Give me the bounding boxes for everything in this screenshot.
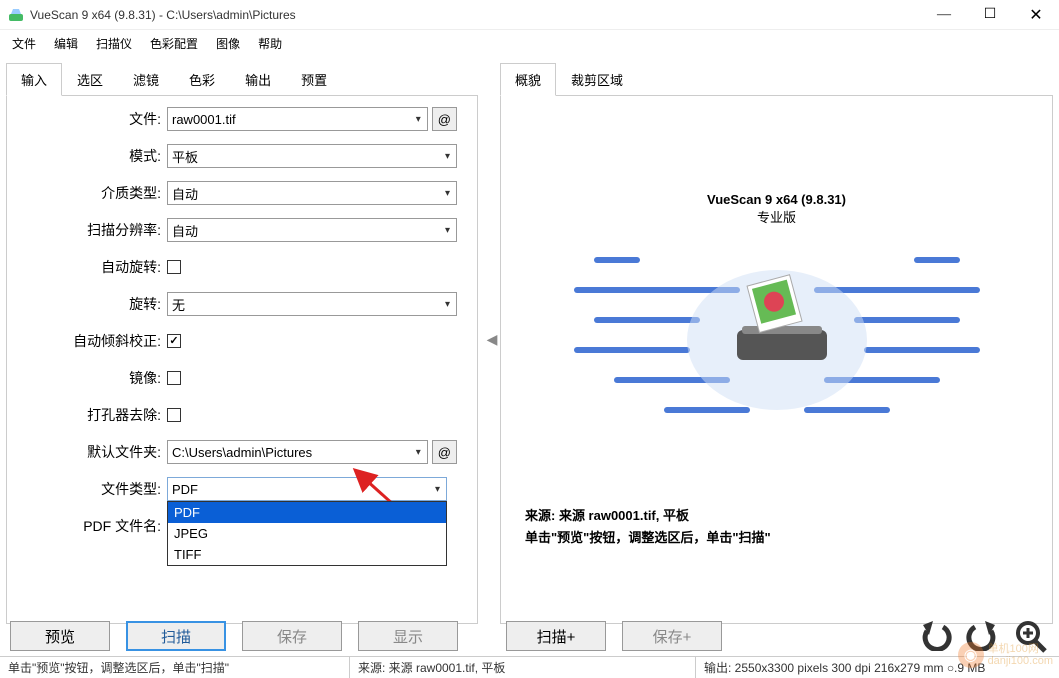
menu-image[interactable]: 图像 xyxy=(208,33,248,54)
folder-at-button[interactable]: @ xyxy=(432,440,457,464)
titlebar: VueScan 9 x64 (9.8.31) - C:\Users\admin\… xyxy=(0,0,1059,30)
mirror-checkbox[interactable] xyxy=(167,371,181,385)
tab-output[interactable]: 输出 xyxy=(230,63,286,96)
preview-button[interactable]: 预览 xyxy=(10,621,110,651)
right-tabs: 概貌 裁剪区域 xyxy=(500,62,1053,96)
mode-label: 模式: xyxy=(7,146,167,166)
folder-value: C:\Users\admin\Pictures xyxy=(172,445,414,460)
app-icon xyxy=(8,7,24,23)
chevron-down-icon: ▾ xyxy=(443,299,452,310)
scan-plus-button[interactable]: 扫描+ xyxy=(506,621,606,651)
tab-filter[interactable]: 滤镜 xyxy=(118,63,174,96)
preview-hint-line: 单击"预览"按钮，调整选区后，单击"扫描" xyxy=(525,527,771,549)
chevron-down-icon: ▾ xyxy=(414,114,423,125)
menu-help[interactable]: 帮助 xyxy=(250,33,290,54)
chevron-down-icon: ▾ xyxy=(443,225,452,236)
media-label: 介质类型: xyxy=(7,183,167,203)
tab-crop[interactable]: 选区 xyxy=(62,63,118,96)
collapse-left-icon: ◀ xyxy=(487,331,498,348)
chevron-down-icon: ▾ xyxy=(433,484,442,495)
tab-preset[interactable]: 预置 xyxy=(286,63,342,96)
undo-icon[interactable] xyxy=(917,621,953,651)
close-button[interactable]: ✕ xyxy=(1013,0,1059,30)
display-button[interactable]: 显示 xyxy=(358,621,458,651)
folder-label: 默认文件夹: xyxy=(7,442,167,462)
button-bar: 预览 扫描 保存 显示 扫描+ 保存+ xyxy=(0,616,1059,656)
watermark-icon: ◉ xyxy=(958,642,984,668)
preview-subtitle: 专业版 xyxy=(757,207,796,226)
menu-file[interactable]: 文件 xyxy=(4,33,44,54)
deskew-label: 自动倾斜校正: xyxy=(7,331,167,351)
rotate-select[interactable]: 无 ▾ xyxy=(167,292,457,316)
resolution-value: 自动 xyxy=(172,221,443,240)
status-mid: 来源: 来源 raw0001.tif, 平板 xyxy=(350,657,696,678)
save-button[interactable]: 保存 xyxy=(242,621,342,651)
preview-area: VueScan 9 x64 (9.8.31) 专业版 xyxy=(500,96,1053,624)
chevron-down-icon: ▾ xyxy=(443,188,452,199)
watermark: ◉ 单机100网 danji100.com xyxy=(958,642,1053,668)
filetype-option-jpeg[interactable]: JPEG xyxy=(168,523,446,544)
filetype-dropdown: PDF JPEG TIFF xyxy=(167,501,447,566)
file-value: raw0001.tif xyxy=(172,112,414,127)
scanner-illustration-icon xyxy=(567,240,987,440)
preview-source-line: 来源: 来源 raw0001.tif, 平板 xyxy=(525,505,771,527)
preview-title: VueScan 9 x64 (9.8.31) xyxy=(707,192,846,207)
menu-scanner[interactable]: 扫描仪 xyxy=(88,33,140,54)
resolution-select[interactable]: 自动 ▾ xyxy=(167,218,457,242)
mode-value: 平板 xyxy=(172,147,443,166)
maximize-button[interactable]: ☐ xyxy=(967,0,1013,30)
panel-divider[interactable]: ◀ xyxy=(484,56,500,622)
chevron-down-icon: ▾ xyxy=(414,447,423,458)
punch-label: 打孔器去除: xyxy=(7,405,167,425)
menu-edit[interactable]: 编辑 xyxy=(46,33,86,54)
statusbar: 单击"预览"按钮，调整选区后，单击"扫描" 来源: 来源 raw0001.tif… xyxy=(0,656,1059,678)
media-value: 自动 xyxy=(172,184,443,203)
file-label: 文件: xyxy=(7,109,167,129)
save-plus-button[interactable]: 保存+ xyxy=(622,621,722,651)
status-left: 单击"预览"按钮，调整选区后，单击"扫描" xyxy=(0,657,350,678)
deskew-checkbox[interactable] xyxy=(167,334,181,348)
filetype-option-pdf[interactable]: PDF xyxy=(168,502,446,523)
chevron-down-icon: ▾ xyxy=(443,151,452,162)
watermark-text: 单机100网 danji100.com xyxy=(988,643,1053,667)
tab-input[interactable]: 输入 xyxy=(6,63,62,96)
filename-label: PDF 文件名: xyxy=(7,516,167,536)
right-panel: 概貌 裁剪区域 VueScan 9 x64 (9.8.31) 专业版 xyxy=(500,56,1059,622)
menu-color-config[interactable]: 色彩配置 xyxy=(142,33,206,54)
window-title: VueScan 9 x64 (9.8.31) - C:\Users\admin\… xyxy=(30,8,921,22)
resolution-label: 扫描分辨率: xyxy=(7,220,167,240)
rotate-label: 旋转: xyxy=(7,294,167,314)
filetype-option-tiff[interactable]: TIFF xyxy=(168,544,446,565)
folder-select[interactable]: C:\Users\admin\Pictures ▾ xyxy=(167,440,428,464)
mirror-label: 镜像: xyxy=(7,368,167,388)
autorotate-label: 自动旋转: xyxy=(7,257,167,277)
media-select[interactable]: 自动 ▾ xyxy=(167,181,457,205)
punch-checkbox[interactable] xyxy=(167,408,181,422)
menubar: 文件 编辑 扫描仪 色彩配置 图像 帮助 xyxy=(0,30,1059,56)
tab-color[interactable]: 色彩 xyxy=(174,63,230,96)
rotate-value: 无 xyxy=(172,295,443,314)
input-tab-content: 文件: raw0001.tif ▾ @ 模式: 平板 ▾ xyxy=(6,96,478,624)
preview-info: 来源: 来源 raw0001.tif, 平板 单击"预览"按钮，调整选区后，单击… xyxy=(525,505,771,549)
minimize-button[interactable]: — xyxy=(921,0,967,30)
filetype-select[interactable]: PDF ▾ xyxy=(167,477,447,501)
mode-select[interactable]: 平板 ▾ xyxy=(167,144,457,168)
tab-crop-area[interactable]: 裁剪区域 xyxy=(556,63,638,96)
file-select[interactable]: raw0001.tif ▾ xyxy=(167,107,428,131)
file-at-button[interactable]: @ xyxy=(432,107,457,131)
left-tabs: 输入 选区 滤镜 色彩 输出 预置 xyxy=(6,62,478,96)
filetype-label: 文件类型: xyxy=(7,479,167,499)
scan-button[interactable]: 扫描 xyxy=(126,621,226,651)
autorotate-checkbox[interactable] xyxy=(167,260,181,274)
tab-overview[interactable]: 概貌 xyxy=(500,63,556,96)
left-panel: 输入 选区 滤镜 色彩 输出 预置 文件: raw0001.tif ▾ @ xyxy=(0,56,484,622)
filetype-value: PDF xyxy=(172,482,433,497)
